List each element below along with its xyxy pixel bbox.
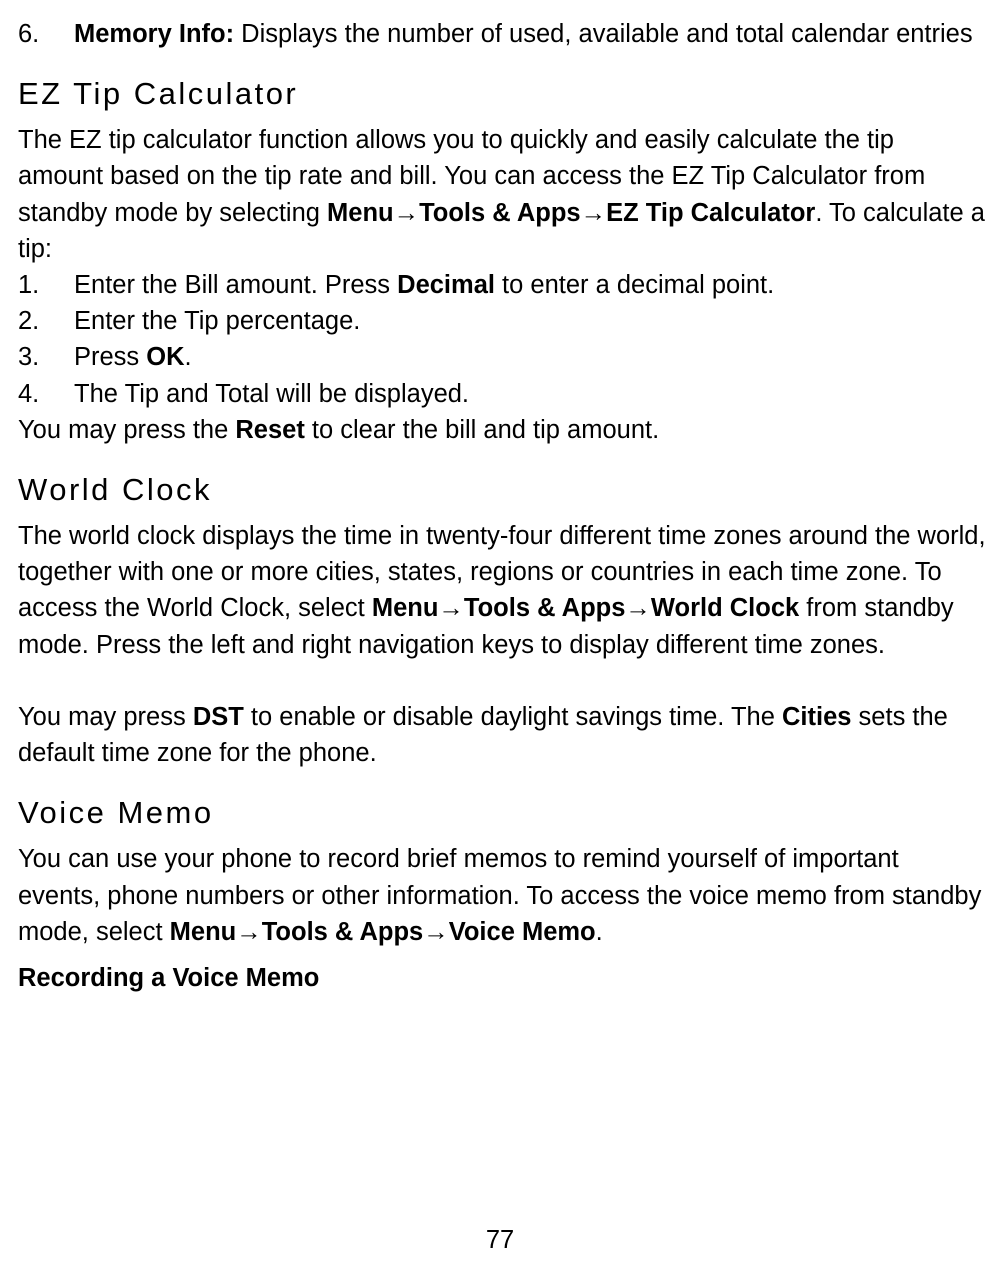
list-number: 1. — [18, 267, 74, 303]
list-number: 6. — [18, 16, 74, 52]
subhead-recording: Recording a Voice Memo — [18, 960, 986, 996]
ez-tip-intro: The EZ tip calculator function allows yo… — [18, 122, 986, 267]
page-number: 77 — [0, 1222, 1000, 1258]
list-text: Enter the Tip percentage. — [74, 303, 986, 339]
memory-info-label: Memory Info: — [74, 20, 234, 48]
heading-ez-tip: EZ Tip Calculator — [18, 72, 986, 116]
voice-memo-p1: You can use your phone to record brief m… — [18, 841, 986, 950]
list-text: Memory Info: Displays the number of used… — [74, 16, 986, 52]
memory-info-rest: Displays the number of used, available a… — [234, 20, 973, 48]
list-item-memory-info: 6. Memory Info: Displays the number of u… — [18, 16, 986, 52]
list-text: Enter the Bill amount. Press Decimal to … — [74, 267, 986, 303]
list-item: 2.Enter the Tip percentage. — [18, 303, 986, 339]
list-item: 1.Enter the Bill amount. Press Decimal t… — [18, 267, 986, 303]
list-item: 4.The Tip and Total will be displayed. — [18, 376, 986, 412]
list-item: 3.Press OK. — [18, 339, 986, 375]
list-text: The Tip and Total will be displayed. — [74, 376, 986, 412]
list-number: 2. — [18, 303, 74, 339]
world-clock-p1: The world clock displays the time in twe… — [18, 518, 986, 663]
list-text: Press OK. — [74, 339, 986, 375]
heading-world-clock: World Clock — [18, 468, 986, 512]
world-clock-p2: You may press DST to enable or disable d… — [18, 699, 986, 771]
heading-voice-memo: Voice Memo — [18, 791, 986, 835]
list-number: 4. — [18, 376, 74, 412]
ez-tip-after: You may press the Reset to clear the bil… — [18, 412, 986, 448]
list-number: 3. — [18, 339, 74, 375]
